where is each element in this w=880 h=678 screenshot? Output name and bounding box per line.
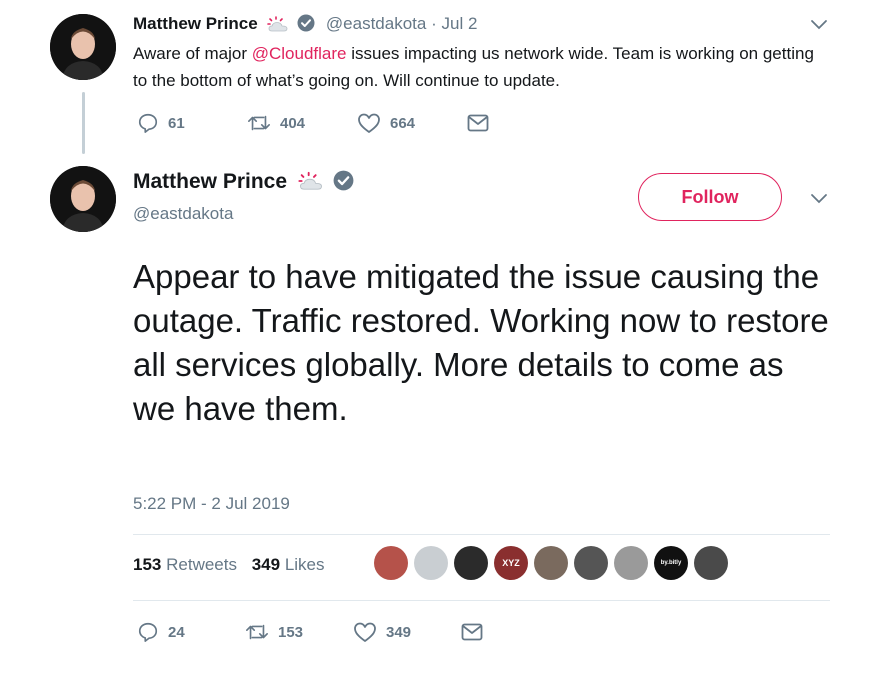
tweet1-text-before: Aware of major xyxy=(133,44,252,63)
divider-bottom xyxy=(133,600,830,601)
thread-connector-line xyxy=(82,92,85,154)
retweet-icon xyxy=(248,115,270,131)
envelope-icon xyxy=(461,623,483,641)
follow-button[interactable]: Follow xyxy=(638,173,782,221)
tweet2-reply-button[interactable]: 24 xyxy=(137,621,245,643)
liker-avatar[interactable] xyxy=(534,546,568,580)
divider-top xyxy=(133,534,830,535)
tweet2-engagement-stats: 153 Retweets 349 Likes xyxy=(133,555,325,575)
sun-behind-cloud-icon xyxy=(297,171,325,197)
tweet2-more-chevron-down-icon[interactable] xyxy=(810,192,828,210)
tweet1-more-chevron-down-icon[interactable] xyxy=(810,18,828,36)
retweet-icon xyxy=(246,624,268,640)
avatar-tweet1[interactable] xyxy=(50,14,116,80)
tweet2-action-bar: 24 153 349 xyxy=(137,621,569,643)
tweet2-author-line: Matthew Prince xyxy=(133,170,360,197)
tweet2-author-name[interactable]: Matthew Prince xyxy=(133,170,287,193)
reply-icon xyxy=(138,113,158,133)
tweet1-reply-count: 61 xyxy=(168,114,185,132)
liker-avatars: XYZ by.bitly xyxy=(374,546,734,580)
tweet2-like-count: 349 xyxy=(386,623,412,641)
tweet2-author-handle[interactable]: @eastdakota xyxy=(133,204,233,224)
tweet2-like-button[interactable]: 349 xyxy=(353,621,461,643)
tweet1-mention-link[interactable]: @Cloudflare xyxy=(252,44,347,63)
liker-avatar[interactable] xyxy=(694,546,728,580)
tweet1-like-count: 664 xyxy=(390,114,416,132)
tweet2-reply-count: 24 xyxy=(168,623,185,641)
tweet1-date[interactable]: Jul 2 xyxy=(441,14,477,33)
heart-icon xyxy=(358,113,380,133)
tweet2-timestamp[interactable]: 5:22 PM - 2 Jul 2019 xyxy=(133,494,290,514)
liker-avatar[interactable]: by.bitly xyxy=(654,546,688,580)
liker-avatar[interactable] xyxy=(574,546,608,580)
tweet1-reply-button[interactable]: 61 xyxy=(137,112,247,134)
tweet2-text: Appear to have mitigated the issue causi… xyxy=(133,258,829,427)
verified-badge-icon xyxy=(297,14,315,38)
tweet1-action-bar: 61 404 664 xyxy=(137,112,577,134)
liker-avatar[interactable] xyxy=(414,546,448,580)
retweet-total: 153 xyxy=(133,555,162,574)
envelope-icon xyxy=(467,114,489,132)
likes-stat[interactable]: 349 Likes xyxy=(252,555,325,574)
reply-icon xyxy=(138,622,158,642)
tweet1-text: Aware of major @Cloudflare issues impact… xyxy=(133,40,823,94)
sun-behind-cloud-icon xyxy=(266,16,290,38)
tweet1-author-handle[interactable]: @eastdakota xyxy=(326,14,426,33)
retweets-stat[interactable]: 153 Retweets xyxy=(133,555,237,574)
liker-avatar[interactable]: XYZ xyxy=(494,546,528,580)
tweet1-retweet-button[interactable]: 404 xyxy=(247,113,357,133)
tweet2-retweet-count: 153 xyxy=(278,623,304,641)
liker-avatar[interactable] xyxy=(614,546,648,580)
retweet-label: Retweets xyxy=(166,555,237,574)
tweet1-like-button[interactable]: 664 xyxy=(357,112,467,134)
like-label: Likes xyxy=(284,555,325,574)
liker-avatar[interactable] xyxy=(454,546,488,580)
tweet1-header: Matthew Prince @eastdakota · Jul 2 xyxy=(133,13,477,38)
tweet1-retweet-count: 404 xyxy=(280,114,306,132)
tweet1-dm-button[interactable] xyxy=(467,114,577,132)
tweet1-author-name[interactable]: Matthew Prince xyxy=(133,14,258,33)
verified-badge-icon xyxy=(333,170,354,197)
avatar-tweet2[interactable] xyxy=(50,166,116,232)
like-total: 349 xyxy=(251,555,281,574)
tweet2-dm-button[interactable] xyxy=(461,623,569,641)
tweet1-separator: · xyxy=(431,14,437,33)
liker-avatar[interactable] xyxy=(374,546,408,580)
tweet2-retweet-button[interactable]: 153 xyxy=(245,622,353,642)
heart-icon xyxy=(354,622,376,642)
